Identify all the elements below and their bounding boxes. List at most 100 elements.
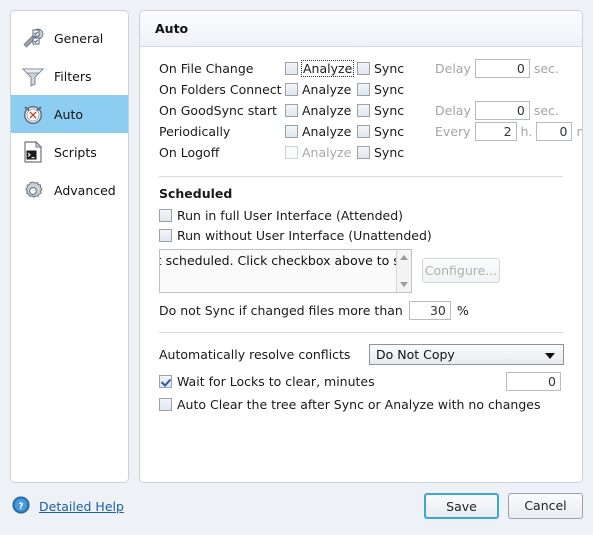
settings-sidebar: General Filters Auto Scripts Advanced [10, 10, 129, 483]
checkbox-box [285, 62, 298, 75]
scroll-down-arrow-icon[interactable] [400, 282, 408, 287]
delay-label: Delay [435, 103, 471, 118]
checkbox-box [357, 62, 370, 75]
gear-icon [21, 178, 45, 202]
sync-checkbox-on-folders-connect[interactable]: Sync [357, 82, 427, 97]
cancel-button[interactable]: Cancel [508, 493, 583, 519]
sync-label: Sync [374, 61, 405, 76]
delay-input-on-goodsync-start[interactable] [474, 101, 530, 120]
do-not-sync-percent-input[interactable] [408, 301, 451, 320]
percent-unit-label: % [456, 303, 469, 318]
sync-label: Sync [374, 124, 405, 139]
divider-above-scheduled [159, 176, 563, 177]
chevron-down-icon [545, 353, 555, 359]
delay-label: Delay [435, 61, 471, 76]
auto-clear-tree-label: Auto Clear the tree after Sync or Analyz… [177, 397, 541, 412]
schedule-status-textbox[interactable]: Job is not scheduled. Click checkbox abo… [159, 249, 412, 293]
every-group-periodically: Every h. min. [435, 122, 582, 141]
question-circle-icon: ? [12, 496, 30, 517]
trigger-row-on-folders-connect: On Folders Connect Analyze Sync [140, 79, 582, 100]
auto-clear-tree-checkbox [159, 398, 172, 411]
trigger-row-on-logoff: On Logoff Analyze Sync [140, 142, 582, 163]
attended-checkbox-row[interactable]: Run in full User Interface (Attended) [140, 205, 582, 225]
detailed-help-group[interactable]: ? Detailed Help [12, 496, 124, 517]
wrench-icon [21, 26, 45, 50]
wait-for-locks-minutes-input[interactable] [506, 372, 561, 391]
checkbox-box [285, 83, 298, 96]
funnel-icon [21, 64, 45, 88]
configure-button: Configure... [422, 258, 500, 283]
wait-for-locks-row: Wait for Locks to clear, minutes [140, 372, 582, 391]
analyze-checkbox-on-file-change[interactable]: Analyze [285, 60, 357, 77]
save-button[interactable]: Save [424, 493, 499, 519]
sync-label: Sync [374, 82, 405, 97]
trigger-row-on-goodsync-start: On GoodSync start Analyze Sync Delay sec… [140, 100, 582, 121]
sidebar-item-scripts[interactable]: Scripts [11, 133, 128, 171]
detailed-help-link[interactable]: Detailed Help [39, 499, 124, 514]
sync-checkbox-on-goodsync-start[interactable]: Sync [357, 103, 427, 118]
sidebar-item-label: Advanced [54, 182, 116, 198]
scroll-up-arrow-icon[interactable] [400, 255, 408, 260]
delay-group-on-file-change: Delay sec. [435, 59, 559, 78]
analyze-label: Analyze [302, 82, 352, 97]
schedule-status-text: Job is not scheduled. Click checkbox abo… [160, 253, 411, 268]
trigger-row-on-file-change: On File Change Analyze Sync Delay sec. [140, 58, 582, 79]
sidebar-item-filters[interactable]: Filters [11, 57, 128, 95]
checkbox-box [159, 208, 172, 222]
sidebar-item-general[interactable]: General [11, 19, 128, 57]
period-hours-input[interactable] [474, 122, 517, 141]
trigger-label: On Logoff [159, 145, 220, 160]
delay-group-on-goodsync-start: Delay sec. [435, 101, 559, 120]
sync-label: Sync [374, 145, 405, 160]
selected-option-label: Do Not Copy [376, 347, 455, 362]
analyze-checkbox-on-folders-connect[interactable]: Analyze [285, 82, 357, 97]
analyze-label: Analyze [302, 124, 352, 139]
unattended-checkbox-row[interactable]: Run without User Interface (Unattended) [140, 225, 582, 245]
trigger-label: On Folders Connect [159, 82, 282, 97]
checkbox-box [159, 228, 172, 242]
schedule-status-scrollbar[interactable] [396, 250, 411, 292]
sync-label: Sync [374, 103, 405, 118]
sidebar-item-label: General [54, 30, 104, 46]
do-not-sync-label: Do not Sync if changed files more than [159, 303, 403, 318]
checkbox-box [357, 125, 370, 138]
checkbox-box [285, 125, 298, 138]
analyze-checkbox-periodically[interactable]: Analyze [285, 124, 357, 139]
schedule-status-row: Job is not scheduled. Click checkbox abo… [140, 249, 582, 293]
sidebar-item-advanced[interactable]: Advanced [11, 171, 128, 209]
wait-for-locks-label: Wait for Locks to clear, minutes [177, 374, 375, 389]
seconds-unit-label: sec. [533, 61, 559, 76]
auto-clear-tree-row[interactable]: Auto Clear the tree after Sync or Analyz… [140, 397, 582, 412]
analyze-checkbox-on-goodsync-start[interactable]: Analyze [285, 103, 357, 118]
period-minutes-input[interactable] [536, 122, 573, 141]
svg-text:?: ? [18, 502, 23, 512]
checkbox-box [285, 146, 298, 159]
checkbox-box [357, 146, 370, 159]
delay-input-on-file-change[interactable] [474, 59, 530, 78]
checkbox-box [357, 83, 370, 96]
trigger-row-periodically: Periodically Analyze Sync Every h. min. [140, 121, 582, 142]
wait-for-locks-checkbox[interactable] [159, 375, 172, 388]
trigger-label: Periodically [159, 124, 231, 139]
sync-checkbox-on-file-change[interactable]: Sync [357, 61, 427, 76]
auto-resolve-conflicts-label: Automatically resolve conflicts [159, 347, 351, 362]
alarm-clock-icon [21, 102, 45, 126]
sidebar-item-label: Auto [54, 106, 84, 122]
hours-unit-label: h. [520, 124, 533, 139]
sidebar-item-label: Scripts [54, 144, 97, 160]
sync-checkbox-on-logoff[interactable]: Sync [357, 145, 427, 160]
auto-resolve-conflicts-row: Automatically resolve conflicts Do Not C… [140, 344, 582, 365]
trigger-label: On GoodSync start [159, 103, 277, 118]
sidebar-item-label: Filters [54, 68, 92, 84]
auto-settings-panel: Auto On File Change Analyze Sync Delay s… [139, 10, 583, 483]
trigger-label: On File Change [159, 61, 254, 76]
auto-resolve-conflicts-select[interactable]: Do Not Copy [369, 344, 564, 365]
analyze-label: Analyze [302, 145, 352, 160]
sidebar-item-auto[interactable]: Auto [11, 95, 128, 133]
sync-checkbox-periodically[interactable]: Sync [357, 124, 427, 139]
divider-above-conflicts [159, 332, 563, 333]
scheduled-section-title: Scheduled [159, 186, 233, 201]
every-label: Every [435, 124, 471, 139]
script-file-icon [21, 140, 45, 164]
panel-body: On File Change Analyze Sync Delay sec. O… [140, 58, 582, 412]
